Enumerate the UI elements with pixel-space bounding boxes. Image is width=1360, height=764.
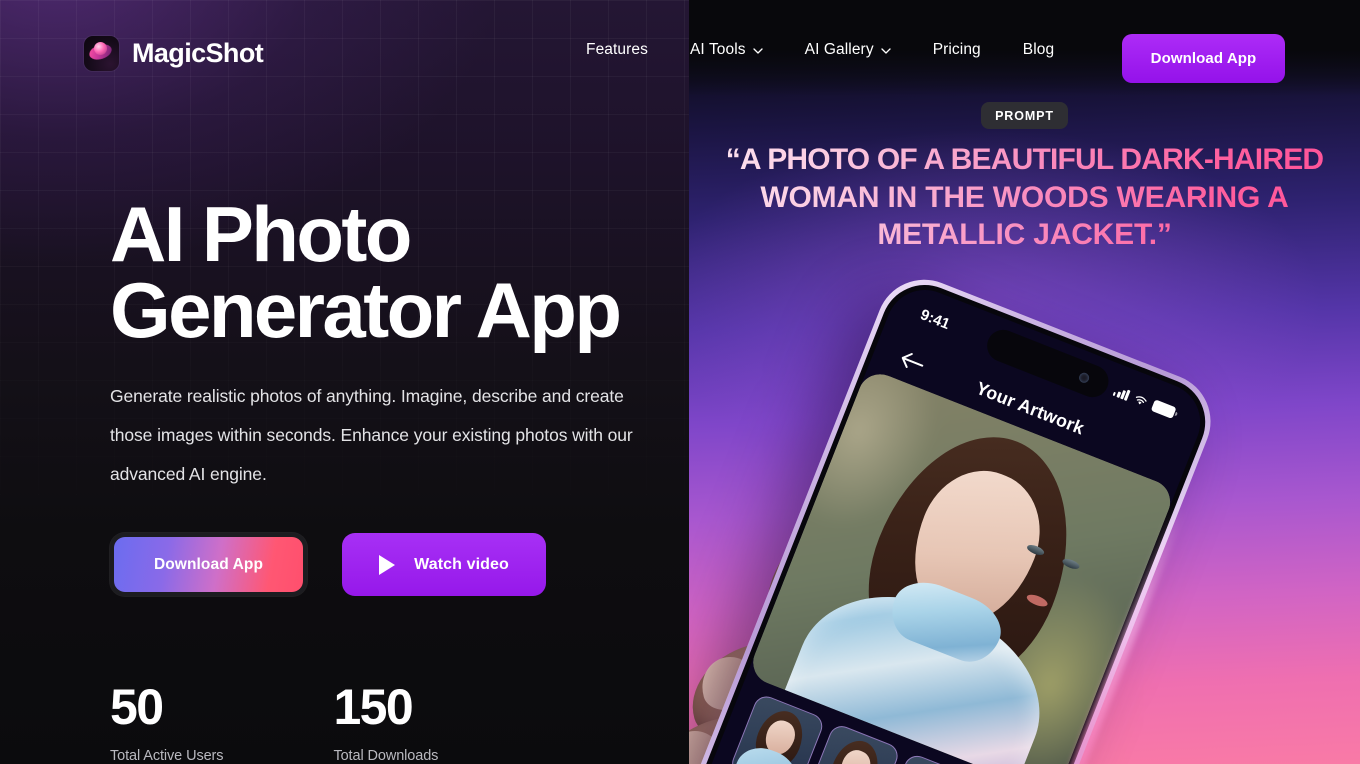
prompt-text: “A PHOTO OF A BEAUTIFUL DARK-HAIRED WOMA… [689,141,1360,254]
artwork-face [893,453,1059,639]
artwork-lips [1025,592,1050,609]
index-finger-nail [694,650,766,716]
nav-label: Features [586,41,648,58]
middle-finger-nail [689,725,728,764]
magicshot-swirl-icon [84,36,119,71]
stat-value: 150 [333,679,413,735]
hand-illustration [689,395,1179,764]
cellular-signal-icon [1112,385,1131,401]
phone-screen: 9:41 Your Artwork [689,278,1212,764]
brand-name: MagicShot [132,38,264,68]
nav-label: Pricing [932,41,981,58]
nav-label: AI Tools [689,41,746,58]
stat-active-users: 50 Total Active Users [110,679,224,764]
middle-finger [689,702,813,764]
artwork-eye-left [1025,542,1046,558]
site-header: MagicShot Features AI Tools AI Gallery P… [0,0,1360,100]
status-time: 9:41 [918,305,953,333]
brand-logo[interactable]: MagicShot [84,36,264,71]
prompt-line-2: WOMAN IN THE WOODS WEARING A [760,180,1289,214]
artwork-eye-right [1061,556,1081,571]
play-triangle-icon [379,554,396,575]
back-arrow-icon[interactable] [896,347,928,377]
hero-subtitle: Generate realistic photos of anything. I… [110,385,633,484]
hero-page: 9:41 Your Artwork PROMPT “A PHOTO OF A B… [0,0,1360,764]
phone-nav-row: Your Artwork [868,327,1193,490]
thumbnail-item[interactable] [728,692,827,764]
artwork-metallic-jacket [779,565,1067,764]
generated-artwork-image [746,367,1177,764]
phone-bezel: 9:41 Your Artwork [689,271,1219,764]
phone-notch [982,325,1114,402]
thumbnail-item[interactable] [803,722,902,764]
stat-label: Total Downloads [333,748,439,764]
hero-download-app-label: Download App [114,537,303,592]
chevron-down-icon [881,48,891,54]
nav-label: Blog [1022,41,1055,58]
hero-cta-row: Download App Watch video [110,533,546,596]
nav-item-ai-tools[interactable]: AI Tools [690,33,763,67]
stat-label: Total Active Users [110,748,224,764]
wifi-icon [1136,395,1147,404]
artwork-collar [882,571,1010,671]
header-download-app-button[interactable]: Download App [1122,34,1285,83]
nav-item-blog[interactable]: Blog [1023,33,1054,67]
prompt-line-3: METALLIC JACKET.” [877,218,1172,251]
watch-video-label: Watch video [414,555,509,573]
index-finger [689,624,849,754]
prompt-block: PROMPT “A PHOTO OF A BEAUTIFUL DARK-HAIR… [689,102,1360,254]
watch-video-button[interactable]: Watch video [342,533,546,596]
thumbnail-item[interactable] [879,751,977,764]
stat-total-downloads: 150 Total Downloads [333,682,438,764]
hero-title-line-1: AI Photo [110,190,412,278]
artwork-background [746,367,1177,764]
hero-copy: AI Photo Generator App Generate realisti… [110,190,670,494]
thumb-finger [737,474,973,680]
hero-stats: 50 Total Active Users 150 Total Download… [110,682,438,764]
prompt-line-1: “A PHOTO OF A BEAUTIFUL DARK-HAIRED [725,143,1324,176]
right-showcase-panel: 9:41 Your Artwork PROMPT “A PHOTO OF A B… [689,0,1360,764]
hero-download-app-button[interactable]: Download App [110,533,307,596]
page-title: AI Photo Generator App [110,190,670,355]
nav-item-features[interactable]: Features [586,33,648,67]
battery-icon [1150,399,1177,419]
status-indicators [1112,384,1177,419]
hero-title-line-2: Generator App [110,266,622,355]
stat-value: 50 [110,679,164,735]
prompt-badge: PROMPT [981,102,1068,129]
nav-item-pricing[interactable]: Pricing [933,33,981,67]
main-navigation: Features AI Tools AI Gallery Pricing Blo… [586,0,1054,100]
artwork-thumbnail-strip [728,692,1053,764]
nav-item-ai-gallery[interactable]: AI Gallery [805,33,891,67]
artwork-hair [838,407,1104,709]
phone-screen-title: Your Artwork [973,377,1088,438]
phone-edge-glow [1019,503,1187,764]
phone-status-bar: 9:41 [887,287,1208,440]
nav-label: AI Gallery [804,41,874,58]
chevron-down-icon [752,48,763,54]
phone-device: 9:41 Your Artwork [689,265,1225,764]
